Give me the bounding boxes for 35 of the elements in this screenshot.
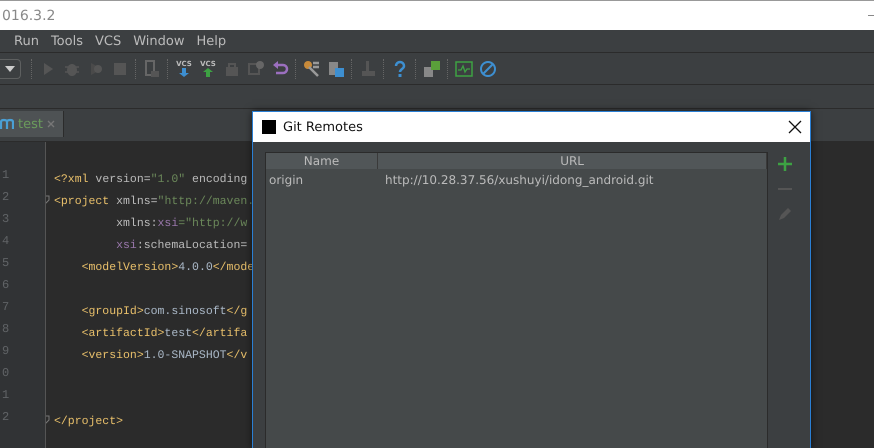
undo-icon[interactable]	[271, 60, 289, 78]
code-line: </project>	[54, 414, 124, 428]
device-icon[interactable]	[143, 60, 161, 78]
code-line: <artifactId>test</artifa	[80, 326, 248, 340]
remote-row[interactable]: origin http://10.28.37.56/xushuyi/idong_android.git	[266, 169, 768, 191]
down-arrow-icon	[179, 68, 189, 77]
code-line: xmlns:xsi="http://w	[115, 216, 248, 230]
code-line: <groupId>com.sinosoft</g	[80, 304, 248, 318]
code-line: <project xmlns="http://maven.	[54, 194, 253, 208]
app-logo-icon	[262, 120, 276, 134]
structure-icon[interactable]	[327, 60, 345, 78]
dialog-title: Git Remotes	[283, 120, 364, 134]
menu-item[interactable]: Tools	[44, 34, 89, 48]
sync-icon[interactable]	[423, 60, 441, 78]
wrench-icon[interactable]	[303, 60, 321, 78]
code-line: <version>1.0-SNAPSHOT</v	[80, 348, 248, 362]
monitor-icon[interactable]	[455, 60, 473, 78]
remote-url: http://10.28.37.56/xushuyi/idong_android.git	[385, 173, 654, 187]
run-config-dropdown[interactable]	[0, 58, 21, 78]
block-icon[interactable]	[479, 60, 497, 78]
column-header[interactable]: URL	[378, 153, 768, 169]
window-title: 016.3.2	[2, 8, 56, 24]
history-icon[interactable]	[247, 60, 265, 78]
menu-item[interactable]: Window	[127, 34, 190, 48]
up-arrow-icon	[203, 68, 213, 77]
maven-file-icon	[0, 118, 14, 130]
menu-item[interactable]: Help	[190, 34, 232, 48]
caret-icon	[5, 66, 15, 72]
remote-name: origin	[269, 173, 304, 187]
menu-item[interactable]: VCS	[88, 34, 128, 48]
code-line: <?xml version="1.0" encoding	[54, 172, 248, 186]
column-header[interactable]: Name	[266, 153, 378, 169]
sdk-icon[interactable]	[359, 60, 377, 78]
code-line: xsi:schemaLocation=	[115, 238, 248, 252]
menu-item[interactable]: Run	[8, 34, 45, 48]
